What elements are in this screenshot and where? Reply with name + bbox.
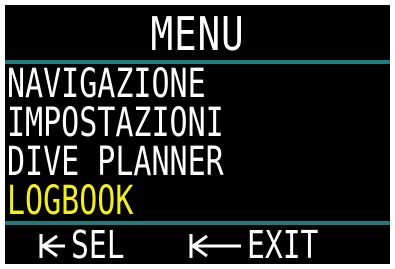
exit-softkey-label: EXIT	[247, 223, 319, 267]
display-panel: MENU NAVIGAZIONE IMPOSTAZIONI DIVE PLANN…	[5, 5, 390, 264]
select-softkey[interactable]: SEL	[37, 223, 140, 267]
long-arrow-left-to-bar-icon	[187, 231, 243, 261]
softkey-bar: SEL EXIT	[5, 223, 390, 267]
dive-computer-screen: MENU NAVIGAZIONE IMPOSTAZIONI DIVE PLANN…	[0, 0, 395, 269]
short-arrow-left-to-bar-icon	[37, 231, 67, 261]
menu-item-logbook[interactable]: LOGBOOK	[7, 181, 133, 221]
menu-item-navigazione[interactable]: NAVIGAZIONE	[7, 64, 206, 104]
exit-softkey[interactable]: EXIT	[187, 223, 339, 267]
footer-divider	[5, 221, 390, 225]
menu-item-impostazioni[interactable]: IMPOSTAZIONI	[7, 103, 224, 143]
menu-title: MENU	[150, 7, 245, 61]
select-softkey-label: SEL	[71, 223, 125, 267]
menu-item-dive-planner[interactable]: DIVE PLANNER	[7, 142, 224, 182]
